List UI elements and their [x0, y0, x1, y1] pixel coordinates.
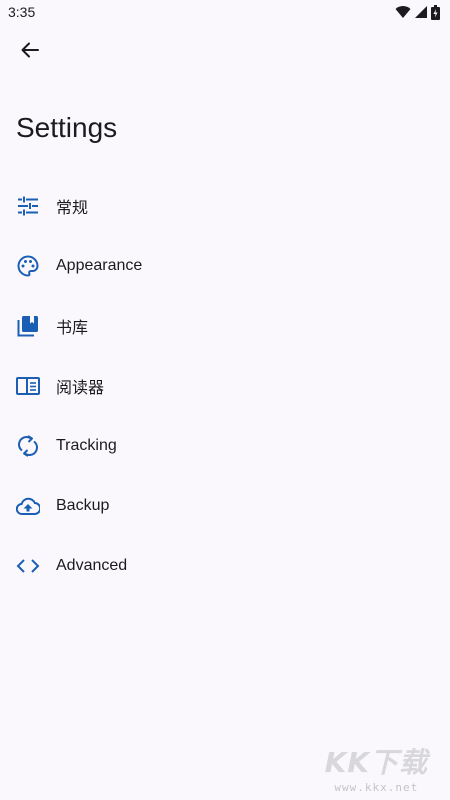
watermark-url: www.kkx.net — [334, 781, 419, 794]
settings-item-advanced[interactable]: Advanced — [0, 536, 450, 596]
tune-icon — [16, 194, 40, 218]
settings-item-label: 常规 — [56, 200, 89, 217]
settings-screen: 3:35 Settings 常规 Appearance 书库 阅读器 Track… — [0, 0, 450, 800]
cellular-icon — [414, 5, 428, 19]
watermark-logo: KK下载 — [324, 746, 428, 779]
reader-icon — [16, 374, 40, 398]
settings-item-label: Appearance — [56, 257, 143, 274]
battery-icon — [431, 4, 440, 20]
settings-item-backup[interactable]: Backup — [0, 476, 450, 536]
code-icon — [16, 554, 40, 578]
settings-item-general[interactable]: 常规 — [0, 176, 450, 236]
page-title: Settings — [16, 112, 118, 143]
settings-item-reader[interactable]: 阅读器 — [0, 356, 450, 416]
settings-item-label: Advanced — [56, 557, 128, 574]
status-bar: 3:35 — [0, 0, 450, 24]
back-button[interactable] — [10, 32, 50, 72]
settings-item-library[interactable]: 书库 — [0, 296, 450, 356]
status-icons — [395, 4, 440, 20]
arrow-back-icon — [20, 40, 40, 65]
cloud-upload-icon — [16, 494, 40, 518]
palette-icon — [16, 254, 40, 278]
sync-icon — [16, 434, 40, 458]
wifi-icon — [395, 5, 411, 19]
status-time: 3:35 — [8, 4, 36, 20]
settings-item-label: Backup — [56, 497, 110, 514]
settings-item-label: 书库 — [56, 320, 89, 337]
settings-item-label: 阅读器 — [56, 380, 105, 397]
settings-item-appearance[interactable]: Appearance — [0, 236, 450, 296]
settings-list: 常规 Appearance 书库 阅读器 Tracking Backup Adv… — [0, 176, 450, 596]
watermark: KK下载 www.kkx.net — [325, 741, 428, 794]
settings-item-tracking[interactable]: Tracking — [0, 416, 450, 476]
settings-item-label: Tracking — [56, 437, 117, 454]
library-icon — [16, 314, 40, 338]
